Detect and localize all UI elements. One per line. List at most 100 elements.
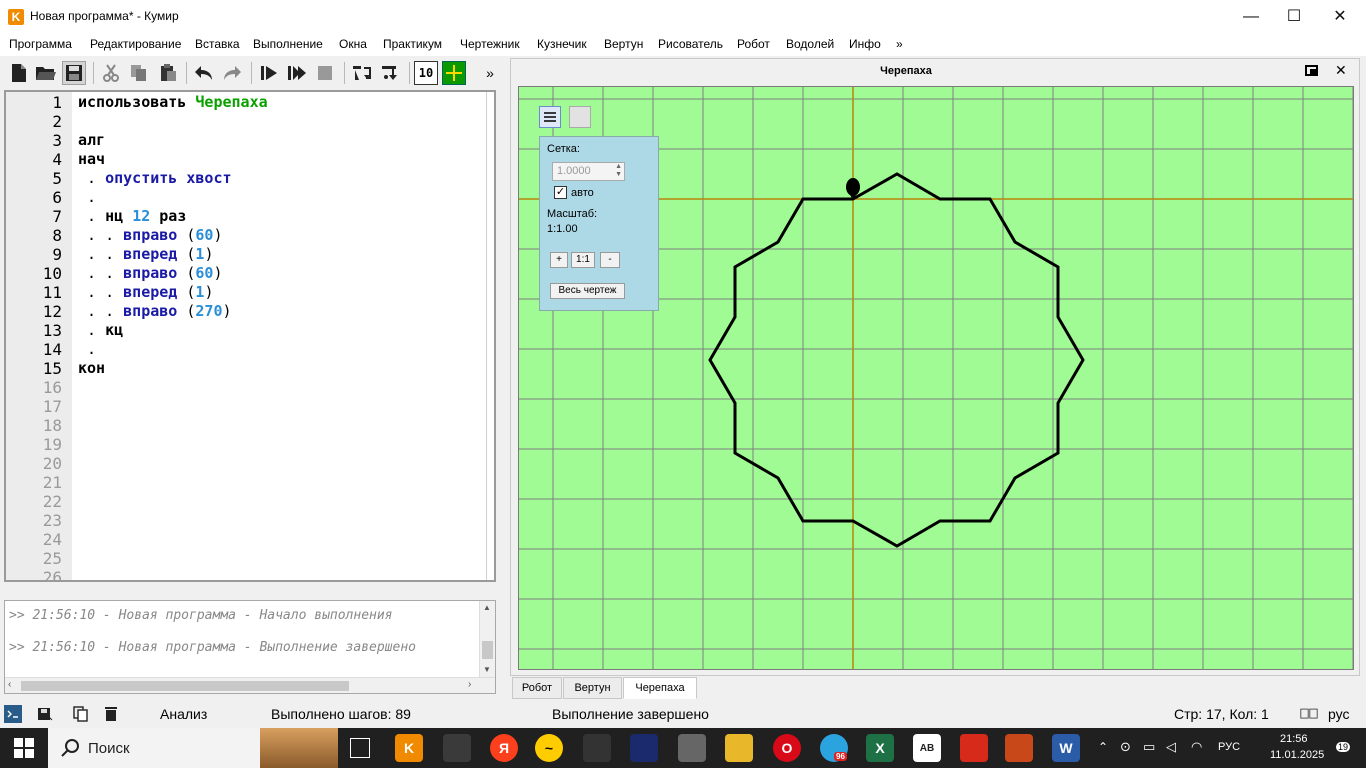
restore-panel-icon[interactable] xyxy=(1305,65,1319,77)
yandex-browser-icon[interactable]: ~ xyxy=(535,734,563,762)
tab-turtle[interactable]: Черепаха xyxy=(623,677,697,699)
cut-icon[interactable] xyxy=(99,61,123,85)
scroll-left-icon[interactable]: ‹ xyxy=(8,679,11,690)
menu-windows[interactable]: Окна xyxy=(339,37,367,51)
shield-app-icon[interactable] xyxy=(583,734,611,762)
code-line[interactable]: . xyxy=(78,340,96,359)
code-line[interactable]: . . вправо (270) xyxy=(78,302,232,321)
scanner-app-icon[interactable] xyxy=(443,734,471,762)
tab-robot[interactable]: Робот xyxy=(512,677,562,699)
wifi-icon[interactable]: ◠ xyxy=(1191,739,1202,755)
zoom-out-button[interactable]: - xyxy=(600,252,620,268)
stop-icon[interactable] xyxy=(313,61,337,85)
console-vertical-scrollbar[interactable]: ▲ ▼ xyxy=(479,601,495,679)
terminal-icon[interactable] xyxy=(4,705,22,723)
paste-icon[interactable] xyxy=(156,61,180,85)
tray-chevron-icon[interactable]: ⌃ xyxy=(1098,740,1108,754)
volume-icon[interactable]: ◁ xyxy=(1166,739,1176,755)
menu-run[interactable]: Выполнение xyxy=(253,37,323,51)
code-line[interactable]: . xyxy=(78,188,96,207)
battery-icon[interactable]: ▭ xyxy=(1143,739,1155,755)
tab-vertun[interactable]: Вертун xyxy=(563,677,622,699)
code-line[interactable]: . опустить хвост xyxy=(78,169,232,188)
notifications-icon[interactable]: 19 xyxy=(1324,738,1351,758)
color-picker-button[interactable] xyxy=(569,106,591,128)
scroll-up-icon[interactable]: ▲ xyxy=(483,603,491,612)
step-run-icon[interactable] xyxy=(285,61,309,85)
word-icon[interactable]: W xyxy=(1052,734,1080,762)
minimize-button[interactable]: — xyxy=(1228,0,1274,34)
zoom-in-button[interactable]: + xyxy=(550,252,568,268)
save-icon[interactable] xyxy=(62,61,86,85)
abc-app-icon[interactable]: AB xyxy=(913,734,941,762)
pdf-reader-icon[interactable] xyxy=(960,734,988,762)
presentation-app-icon[interactable] xyxy=(1005,734,1033,762)
step-into-icon[interactable] xyxy=(378,61,402,85)
yandex-icon[interactable]: Я xyxy=(490,734,518,762)
turtle-window-icon[interactable] xyxy=(442,61,466,85)
code-line[interactable]: использовать Черепаха xyxy=(78,93,268,112)
undo-icon[interactable] xyxy=(192,61,216,85)
scroll-thumb[interactable] xyxy=(21,681,349,691)
windows-start-icon[interactable] xyxy=(14,738,34,758)
menu-more[interactable]: » xyxy=(896,37,903,51)
save-output-icon[interactable] xyxy=(36,705,54,723)
close-panel-icon[interactable]: ✕ xyxy=(1335,62,1347,79)
auto-checkbox[interactable]: ✓ xyxy=(554,186,567,199)
console-horizontal-scrollbar[interactable]: ‹ › xyxy=(5,677,495,693)
code-line[interactable]: . . вправо (60) xyxy=(78,264,222,283)
code-line[interactable]: . . вправо (60) xyxy=(78,226,222,245)
menu-practicum[interactable]: Практикум xyxy=(383,37,442,51)
opera-icon[interactable]: O xyxy=(773,734,801,762)
copy-icon[interactable] xyxy=(127,61,151,85)
copy-output-icon[interactable] xyxy=(72,705,90,723)
menu-robot[interactable]: Робот xyxy=(737,37,770,51)
clear-output-icon[interactable] xyxy=(102,705,120,723)
code-line[interactable]: . . вперед (1) xyxy=(78,283,213,302)
editor-scrollbar[interactable] xyxy=(486,92,492,580)
turtle-canvas[interactable]: Сетка: 1.0000 ▲ ▼ ✓ авто Масштаб: 1:1.00 … xyxy=(518,86,1354,670)
menu-insert[interactable]: Вставка xyxy=(195,37,240,51)
step-over-icon[interactable] xyxy=(350,61,374,85)
fit-all-button[interactable]: Весь чертеж xyxy=(550,283,625,299)
menu-program[interactable]: Программа xyxy=(9,37,72,51)
step-counter-button[interactable]: 10 xyxy=(414,61,438,85)
new-file-icon[interactable] xyxy=(7,61,31,85)
scroll-thumb[interactable] xyxy=(482,641,493,659)
zoom-reset-button[interactable]: 1:1 xyxy=(571,252,595,268)
grid-settings-button[interactable] xyxy=(539,106,561,128)
code-line[interactable]: алг xyxy=(78,131,105,150)
code-line[interactable]: . . вперед (1) xyxy=(78,245,213,264)
code-editor[interactable]: 1 2 3 4 5 6 7 8 9 10 11 12 13 14 15 16 17 18 19 20 21 22 23 24 2… xyxy=(4,90,496,582)
tray-language[interactable]: РУС xyxy=(1218,741,1240,753)
calculator-icon[interactable] xyxy=(678,734,706,762)
status-language[interactable]: рус xyxy=(1328,706,1349,722)
open-folder-icon[interactable] xyxy=(34,61,58,85)
network-icon[interactable]: ⊙ xyxy=(1120,739,1131,755)
code-line[interactable]: . нц 12 раз xyxy=(78,207,186,226)
redo-icon[interactable] xyxy=(220,61,244,85)
maximize-button[interactable]: ☐ xyxy=(1271,0,1317,34)
menu-vertun[interactable]: Вертун xyxy=(604,37,643,51)
menu-painter[interactable]: Рисователь xyxy=(658,37,723,51)
kumir-taskbar-icon[interactable]: K xyxy=(395,734,423,762)
toolbar-more-button[interactable]: » xyxy=(478,61,502,85)
file-explorer-icon[interactable] xyxy=(725,734,753,762)
spin-arrows-icon[interactable]: ▲ ▼ xyxy=(615,163,622,179)
menu-draftsman[interactable]: Чертежник xyxy=(460,37,520,51)
menu-grasshopper[interactable]: Кузнечик xyxy=(537,37,587,51)
code-line[interactable]: . кц xyxy=(78,321,123,340)
taskbar-search-box[interactable]: Поиск xyxy=(48,728,338,768)
code-line[interactable]: нач xyxy=(78,150,105,169)
scroll-down-icon[interactable]: ▼ xyxy=(483,665,491,674)
telegram-icon[interactable]: 96 xyxy=(820,734,848,762)
menu-vodolei[interactable]: Водолей xyxy=(786,37,834,51)
excel-icon[interactable]: X xyxy=(866,734,894,762)
menu-info[interactable]: Инфо xyxy=(849,37,881,51)
run-icon[interactable] xyxy=(257,61,281,85)
code-line[interactable]: кон xyxy=(78,359,105,378)
menu-edit[interactable]: Редактирование xyxy=(90,37,181,51)
trident-app-icon[interactable] xyxy=(630,734,658,762)
grid-step-input[interactable]: 1.0000 ▲ ▼ xyxy=(552,162,625,181)
task-view-icon[interactable] xyxy=(350,738,370,758)
